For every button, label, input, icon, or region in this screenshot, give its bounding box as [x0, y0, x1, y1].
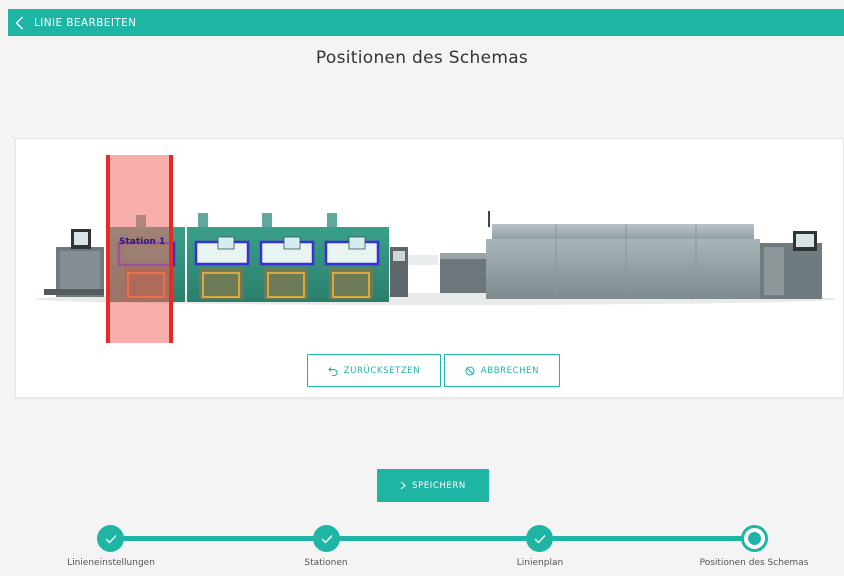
chevron-right-icon — [400, 481, 406, 490]
top-bar: LINIE BEARBEITEN — [8, 9, 844, 36]
step-label: Linienplan — [516, 558, 564, 568]
loader-machine-left — [44, 229, 104, 297]
placement-station-2 — [187, 213, 259, 302]
prohibit-icon — [465, 365, 475, 376]
step-label: Linieneinstellungen — [67, 558, 155, 568]
chevron-left-icon — [15, 16, 23, 29]
cancel-label: ABBRECHEN — [480, 365, 540, 376]
line-schema-scene: Station 1 — [36, 155, 836, 343]
reflow-oven — [486, 211, 760, 299]
save-button[interactable]: SPEICHERN — [377, 469, 489, 502]
back-button[interactable] — [8, 9, 30, 36]
station-label: Station 1 — [119, 237, 165, 247]
step-linieneinstellungen[interactable] — [97, 525, 124, 552]
undo-icon — [328, 366, 338, 376]
top-bar-title: LINIE BEARBEITEN — [34, 16, 137, 29]
step-linienplan[interactable] — [526, 525, 553, 552]
current-step-dot — [748, 532, 761, 545]
page-title: Positionen des Schemas — [315, 48, 529, 68]
reset-label: ZURÜCKSETZEN — [343, 365, 421, 376]
step-label: Positionen des Schemas — [699, 558, 809, 568]
step-label: Stationen — [304, 558, 348, 568]
conveyor-module — [390, 247, 490, 297]
check-icon — [321, 534, 333, 544]
stepper-line — [111, 536, 755, 541]
cancel-button[interactable]: ABBRECHEN — [444, 354, 560, 387]
placement-station-3 — [252, 213, 324, 302]
unloader-machine-right — [760, 231, 822, 299]
check-icon — [105, 534, 117, 544]
check-icon — [534, 534, 546, 544]
reset-button[interactable]: ZURÜCKSETZEN — [307, 354, 441, 387]
station-selection-overlay[interactable]: Station 1 — [106, 155, 173, 343]
step-positionen-des-schemas[interactable] — [741, 525, 768, 552]
wizard-stepper: Linieneinstellungen Stationen Linienplan… — [0, 522, 844, 576]
schema-card: Station 1 ZURÜCKSETZEN ABBRECHEN — [15, 138, 844, 398]
step-stationen[interactable] — [313, 525, 340, 552]
save-label: SPEICHERN — [412, 480, 466, 491]
placement-station-4 — [317, 213, 389, 302]
